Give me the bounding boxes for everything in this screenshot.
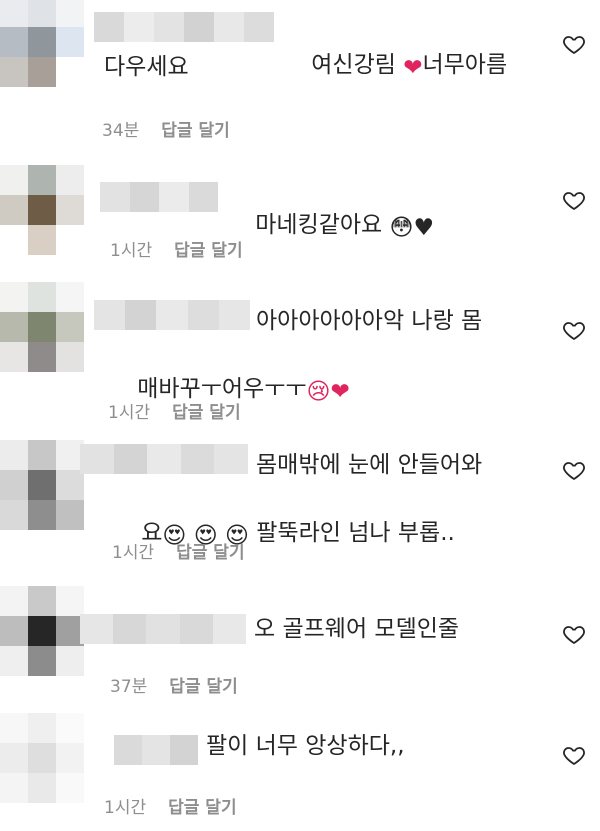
- comment-text: 오 골프웨어 모델인줄: [254, 616, 460, 642]
- avatar[interactable]: [0, 165, 84, 255]
- comment-text: 여신강림 ❤너무아름: [282, 14, 507, 119]
- heart-outline-icon[interactable]: [562, 458, 586, 482]
- heart-outline-icon[interactable]: [562, 32, 586, 56]
- comment-item: 몸매밖에 눈에 안들어와 요😍 😍 😍 팔뚝라인 넘나 부롭.. 1시간 답글 …: [0, 430, 600, 580]
- reply-button[interactable]: 답글 달기: [174, 236, 242, 261]
- timestamp: 1시간: [104, 798, 147, 818]
- comment-text-line2: 매바꾸ㅜ어우ㅜㅜ😢❤: [108, 338, 350, 443]
- comment-meta: 1시간 답글 달기: [104, 793, 237, 818]
- reply-button[interactable]: 답글 달기: [169, 672, 237, 697]
- reply-button[interactable]: 답글 달기: [168, 793, 236, 818]
- flushed-emoji: 😳♥: [389, 215, 435, 241]
- timestamp: 1시간: [108, 403, 151, 423]
- timestamp: 37분: [110, 677, 148, 697]
- comment-text-line2: 요😍 😍 😍 팔뚝라인 넘나 부롭..: [112, 482, 455, 587]
- comment-meta: 37분 답글 달기: [110, 672, 238, 697]
- comment-text-line2: 다우세요: [104, 54, 189, 80]
- crying-heart-emoji: 😢❤: [306, 379, 350, 405]
- comment-item: 오 골프웨어 모델인줄 37분 답글 달기: [0, 580, 600, 705]
- heart-outline-icon[interactable]: [562, 318, 586, 342]
- comment-meta: 1시간 답글 달기: [110, 236, 243, 261]
- avatar[interactable]: [0, 0, 84, 87]
- username[interactable]: [80, 614, 247, 644]
- username[interactable]: [80, 444, 248, 474]
- username[interactable]: [94, 12, 274, 42]
- username[interactable]: [94, 300, 251, 330]
- comment-text: 아아아아아아악 나랑 몸: [256, 308, 483, 334]
- avatar[interactable]: [0, 282, 84, 372]
- reply-button[interactable]: 답글 달기: [172, 398, 240, 423]
- comment-item: 여신강림 ❤너무아름 다우세요 34분 답글 달기: [0, 0, 600, 150]
- timestamp: 34분: [102, 121, 140, 141]
- comment-text: 팔이 너무 앙상하다,,: [206, 733, 405, 759]
- comment-meta: 1시간 답글 달기: [112, 538, 245, 563]
- username[interactable]: [114, 735, 198, 765]
- avatar[interactable]: [0, 713, 84, 803]
- avatar[interactable]: [0, 440, 84, 530]
- reply-button[interactable]: 답글 달기: [176, 538, 244, 563]
- username[interactable]: [100, 182, 218, 212]
- heart-outline-icon[interactable]: [562, 743, 586, 767]
- comment-text: 몸매밖에 눈에 안들어와: [256, 452, 483, 478]
- comment-meta: 34분 답글 달기: [102, 116, 230, 141]
- reply-button[interactable]: 답글 달기: [161, 116, 229, 141]
- avatar[interactable]: [0, 586, 84, 676]
- timestamp: 1시간: [112, 543, 155, 563]
- comment-item: 아아아아아아악 나랑 몸 매바꾸ㅜ어우ㅜㅜ😢❤ 1시간 답글 달기: [0, 270, 600, 430]
- heart-outline-icon[interactable]: [562, 622, 586, 646]
- comment-item: 마네킹같아요 😳♥ 1시간 답글 달기: [0, 150, 600, 270]
- heart-emoji: ❤: [403, 55, 423, 81]
- comment-meta: 1시간 답글 달기: [108, 398, 241, 423]
- comment-text: 마네킹같아요 😳♥: [226, 174, 434, 279]
- heart-outline-icon[interactable]: [562, 188, 586, 212]
- comment-item: 팔이 너무 앙상하다,, 1시간 답글 달기: [0, 705, 600, 831]
- timestamp: 1시간: [110, 241, 153, 261]
